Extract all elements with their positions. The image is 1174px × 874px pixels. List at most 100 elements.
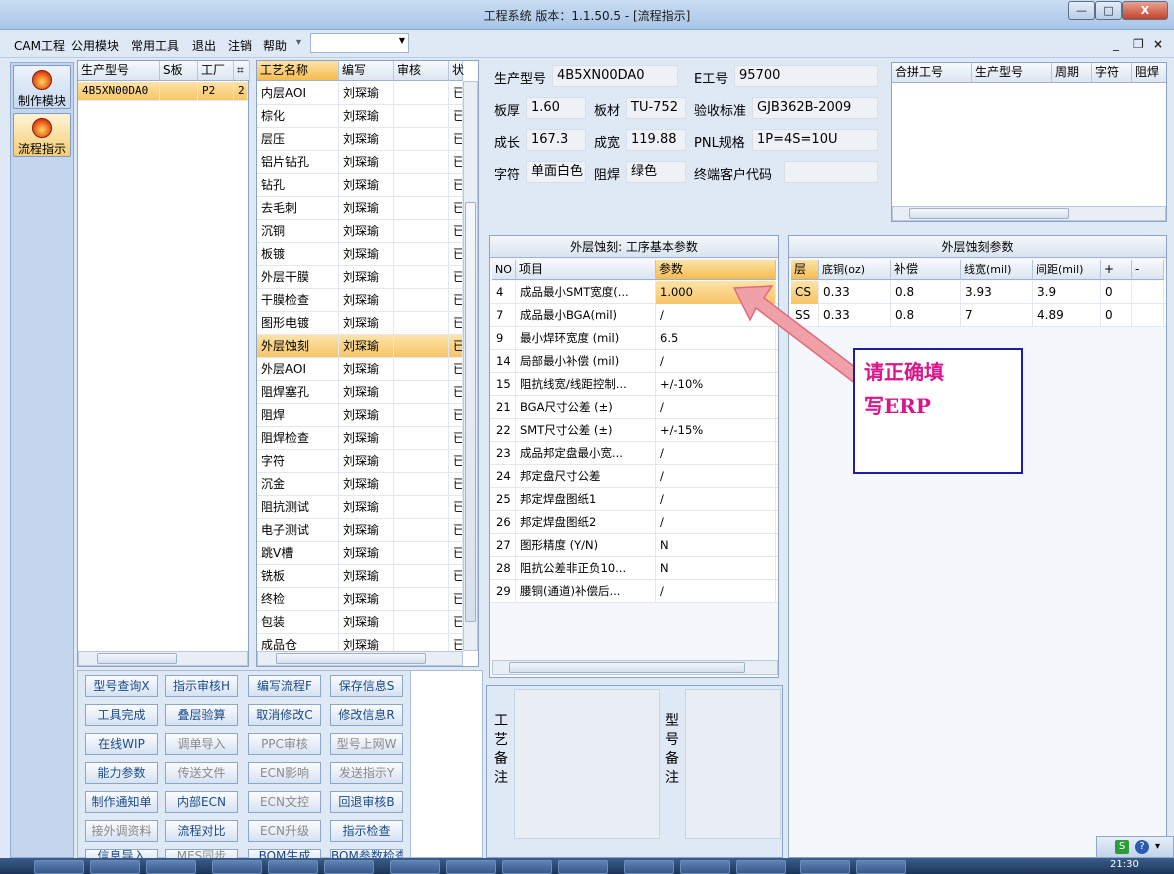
horizontal-scrollbar[interactable] — [492, 660, 778, 675]
field-pnl[interactable]: 1P=4S=10U — [752, 129, 878, 151]
table-row[interactable]: 25 邦定焊盘图纸1/ — [490, 488, 778, 511]
function-button[interactable]: ECN文控 — [248, 791, 321, 813]
table-row[interactable]: 22 SMT尺寸公差 (±) +/-15% — [490, 419, 778, 442]
table-row[interactable]: 字符刘琛瑜 已 — [257, 450, 463, 473]
function-button[interactable]: 取消修改C — [248, 704, 321, 726]
field-customer[interactable] — [784, 161, 878, 183]
menu-overflow-icon[interactable]: ▾ — [296, 37, 301, 48]
table-row[interactable]: 阻焊刘琛瑜 已 — [257, 404, 463, 427]
taskbar-app-14[interactable] — [800, 860, 850, 874]
taskbar-app-13[interactable] — [736, 860, 786, 874]
function-button[interactable]: 型号上网W — [330, 733, 403, 755]
col-mask[interactable]: 阻焊 — [1132, 63, 1166, 83]
field-model[interactable]: 4B5XN00DA0 — [552, 65, 678, 87]
table-row[interactable]: 棕化刘琛瑜 已 — [257, 105, 463, 128]
field-e-no[interactable]: 95700 — [734, 65, 878, 87]
scrollbar-thumb[interactable] — [465, 202, 476, 622]
model-note-field[interactable] — [685, 689, 781, 839]
vertical-scrollbar[interactable] — [463, 81, 478, 651]
table-row[interactable]: 24 邦定盘尺寸公差 / — [490, 465, 778, 488]
taskbar-app-6[interactable] — [324, 860, 374, 874]
col-item[interactable]: 项目 — [516, 260, 656, 280]
col-review[interactable]: 审核 — [394, 61, 449, 81]
table-row[interactable]: 电子测试刘琛瑜 已 — [257, 519, 463, 542]
function-button[interactable]: 叠层验算 — [165, 704, 238, 726]
function-button[interactable]: ECN升级 — [248, 820, 321, 842]
field-character[interactable]: 单面白色 — [526, 161, 586, 183]
function-button[interactable]: 接外调资料 — [85, 820, 158, 842]
function-button[interactable]: 内部ECN — [165, 791, 238, 813]
table-row[interactable]: 沉金刘琛瑜 已 — [257, 473, 463, 496]
field-length[interactable]: 167.3 — [526, 129, 586, 151]
function-button[interactable]: 编写流程F — [248, 675, 321, 697]
function-button[interactable]: 工具完成 — [85, 704, 158, 726]
function-button[interactable]: 能力参数 — [85, 762, 158, 784]
taskbar-app-1[interactable] — [34, 860, 84, 874]
col-author[interactable]: 编写 — [339, 61, 394, 81]
col-factory[interactable]: 工厂 — [198, 61, 234, 81]
process-note-field[interactable] — [514, 689, 660, 839]
function-button[interactable]: 回退审核B — [330, 791, 403, 813]
col-model[interactable]: 生产型号 — [78, 61, 160, 81]
table-row[interactable]: 包装刘琛瑜 已 — [257, 611, 463, 634]
table-row[interactable]: 外层AOI刘琛瑜 已 — [257, 358, 463, 381]
horizontal-scrollbar[interactable] — [257, 651, 463, 666]
taskbar-app-7[interactable] — [390, 860, 440, 874]
field-thickness[interactable]: 1.60 — [526, 97, 586, 119]
mdi-restore-button[interactable]: ❐ — [1133, 37, 1144, 51]
table-row[interactable]: 外层蚀刻刘琛瑜 已 — [257, 335, 463, 358]
scrollbar-thumb[interactable] — [276, 653, 426, 664]
taskbar-app-9[interactable] — [502, 860, 552, 874]
col-character[interactable]: 字符 — [1092, 63, 1132, 83]
table-row[interactable]: 图形电镀刘琛瑜 已 — [257, 312, 463, 335]
taskbar-app-8[interactable] — [446, 860, 496, 874]
menu-exit[interactable]: 退出 — [192, 37, 216, 54]
function-button[interactable]: 修改信息R — [330, 704, 403, 726]
menu-logout[interactable]: 注销 — [228, 37, 252, 54]
table-row[interactable]: 内层AOI刘琛瑜 已 — [257, 82, 463, 105]
table-row[interactable]: 终检刘琛瑜 已 — [257, 588, 463, 611]
taskbar-app-4[interactable] — [212, 860, 262, 874]
col-extra[interactable]: ⌗ — [234, 61, 250, 81]
maximize-button[interactable]: □ — [1095, 1, 1122, 20]
function-button[interactable]: 发送指示Y — [330, 762, 403, 784]
mdi-minimize-button[interactable]: _ — [1113, 37, 1119, 51]
function-button[interactable]: 流程对比 — [165, 820, 238, 842]
col-compensation[interactable]: 补偿 — [891, 260, 961, 280]
table-row[interactable]: 沉铜刘琛瑜 已 — [257, 220, 463, 243]
table-row[interactable]: 阻抗测试刘琛瑜 已 — [257, 496, 463, 519]
taskbar-app-5[interactable] — [268, 860, 318, 874]
col-spacing[interactable]: 间距(mil) — [1033, 260, 1101, 280]
table-row[interactable]: 21 BGA尺寸公差 (±) / — [490, 396, 778, 419]
col-process-name[interactable]: 工艺名称 — [257, 61, 339, 81]
mdi-close-button[interactable]: × — [1153, 37, 1163, 51]
tray-s-icon[interactable]: S — [1115, 840, 1129, 854]
col-combine-model[interactable]: 生产型号 — [972, 63, 1052, 83]
horizontal-scrollbar[interactable] — [78, 651, 248, 666]
taskbar-app-11[interactable] — [624, 860, 674, 874]
field-mask[interactable]: 绿色 — [626, 161, 686, 183]
function-button[interactable]: 传送文件 — [165, 762, 238, 784]
table-row[interactable]: 27 图形精度 (Y/N) N — [490, 534, 778, 557]
table-row[interactable]: 29 腰铜(通道)补偿后... / — [490, 580, 778, 603]
taskbar-app-15[interactable] — [856, 860, 906, 874]
function-button[interactable]: 指示审核H — [165, 675, 238, 697]
col-line-width[interactable]: 线宽(mil) — [961, 260, 1033, 280]
table-row[interactable]: 铣板刘琛瑜 已 — [257, 565, 463, 588]
col-cycle[interactable]: 周期 — [1052, 63, 1092, 83]
function-button[interactable]: 型号查询X — [85, 675, 158, 697]
table-row[interactable]: 4B5XN00DA0 P2 2 — [78, 82, 248, 101]
field-material[interactable]: TU-752 — [626, 97, 686, 119]
col-no[interactable]: NO — [492, 260, 516, 280]
field-width[interactable]: 119.88 — [626, 129, 686, 151]
function-button[interactable]: 指示检查 — [330, 820, 403, 842]
table-row[interactable]: 阻焊检查刘琛瑜 已 — [257, 427, 463, 450]
table-row[interactable]: 板镀刘琛瑜 已 — [257, 243, 463, 266]
close-button[interactable]: X — [1122, 1, 1168, 20]
table-row[interactable]: 26 邦定焊盘图纸2/ — [490, 511, 778, 534]
combo-chevron-down-icon[interactable]: ▼ — [399, 36, 405, 45]
function-button[interactable]: 调单导入 — [165, 733, 238, 755]
menu-public-module[interactable]: 公用模块 — [71, 37, 119, 54]
help-icon[interactable]: ? — [1135, 840, 1149, 854]
col-combine-no[interactable]: 合拼工号 — [892, 63, 972, 83]
